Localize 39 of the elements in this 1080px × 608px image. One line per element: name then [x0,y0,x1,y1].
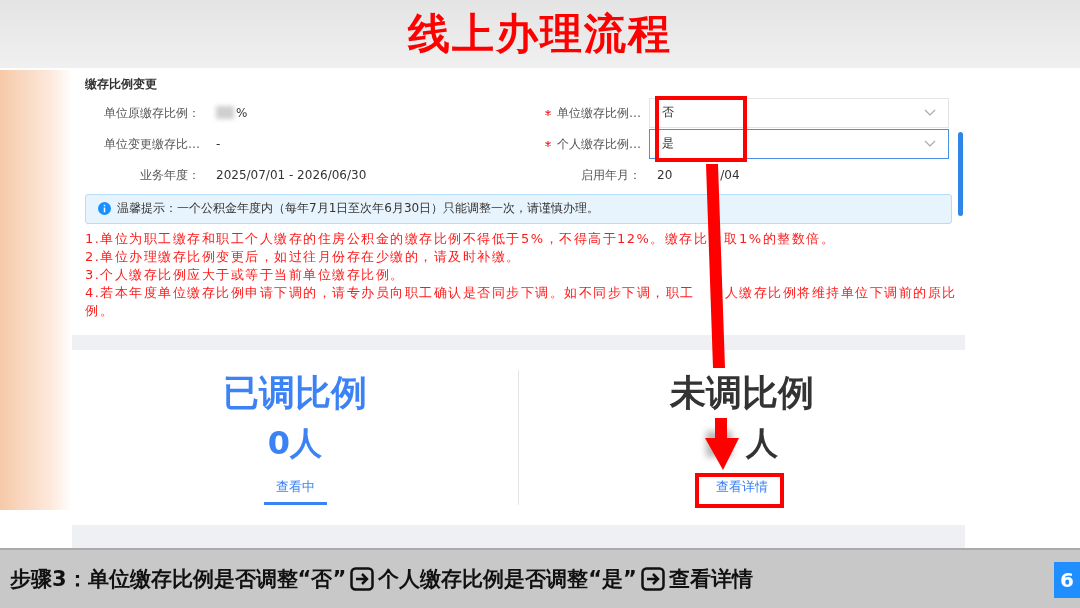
form-title: 缴存比例变更 [85,75,158,93]
field-value: 20 [657,167,673,182]
step-text: 查看详情 [668,566,753,594]
field-label: 单位缴存比例… [557,104,641,122]
field-value: 2025/07/01 - 2026/06/30 [216,167,367,182]
rule-note: 例。 [85,302,114,318]
field-label: 个人缴存比例… [557,135,641,153]
field-label: 业务年度： [140,166,200,184]
field-label: 单位变更缴存比… [104,135,200,153]
field-label: 启用年月： [581,166,641,184]
field-value: - [216,136,221,151]
field-label: 单位原缴存比例： [104,104,200,122]
rule-note: 1.单位为职工缴存和职工个人缴存的住房公积金的缴存比例不得低于5%，不得高于12%。缴存比 [85,230,709,246]
stat-count: 0人 [267,423,323,465]
stat-title: 未调比例 [670,371,814,416]
rule-note: 取1%的整数倍。 [724,230,836,246]
field-value: % [236,105,248,120]
select-field[interactable]: 是 [649,128,949,159]
stat-count: 人 [746,423,778,465]
rule-note: 3.个人缴存比例应大于或等于当前单位缴存比例。 [85,266,405,282]
page-number: 6 [1054,562,1080,599]
slide-title: 线上办理流程 [408,7,672,60]
chevron-down-icon [924,108,936,117]
step-text: 步骤3：单位缴存比例是否调整“否” [10,566,347,594]
rule-note: 2.单位办理缴存比例变更后，如过往月份存在少缴的，请及时补缴。 [85,248,521,264]
arrow-right-icon [350,567,375,592]
select-field[interactable]: 否 [649,97,949,128]
rule-note: 4.若本年度单位缴存比例申请下调的，请专办员向职工确认是否同步下调。如不同步下调，职工 [85,284,695,300]
view-tab[interactable]: 查看中 [263,474,327,506]
notice-text: 温馨提示：一个公积金年度内（每年7月1日至次年6月30日）只能调整一次，请谨慎办理。 [117,200,600,218]
info-icon [98,202,111,216]
arrow-right-icon [640,567,665,592]
field-value: /04 [720,167,740,182]
view-tab[interactable]: 查看详情 [704,474,780,506]
chevron-down-icon [924,139,936,148]
stat-title: 已调比例 [223,371,367,416]
rule-note: 人缴存比例将维持单位下调前的原比 [724,284,957,300]
scrollbar[interactable] [958,131,963,216]
step-text: 个人缴存比例是否调整“是” [378,566,637,594]
